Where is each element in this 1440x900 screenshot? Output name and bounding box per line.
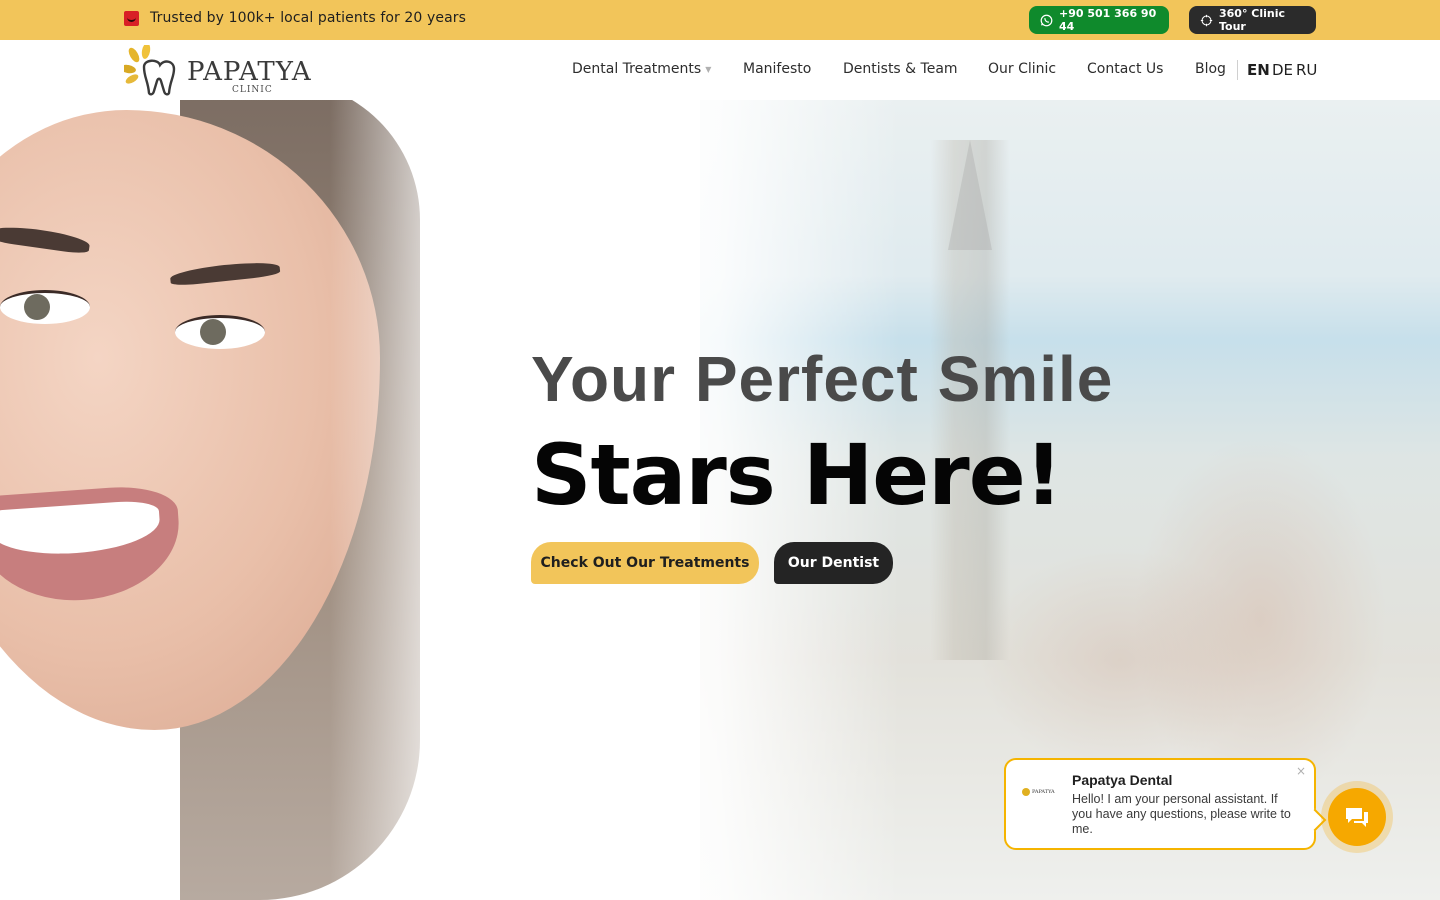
hero-headline-line1: Your Perfect Smile xyxy=(531,343,1114,415)
nav-dental-treatments[interactable]: Dental Treatments ▼ xyxy=(572,61,711,77)
portrait-fade xyxy=(330,100,470,900)
chat-brand-logo-icon: PAPATYA xyxy=(1022,786,1060,798)
close-icon[interactable]: × xyxy=(1296,764,1306,778)
language-en[interactable]: EN xyxy=(1247,61,1270,79)
chat-greeting-card[interactable]: PAPATYA Papatya Dental Hello! I am your … xyxy=(1004,758,1316,850)
whatsapp-icon xyxy=(1040,14,1053,26)
chevron-down-icon: ▼ xyxy=(705,64,712,74)
language-de[interactable]: DE xyxy=(1272,61,1293,79)
brand-subtitle: CLINIC xyxy=(232,85,273,95)
portrait-iris-left xyxy=(24,294,50,320)
trust-text: Trusted by 100k+ local patients for 20 y… xyxy=(150,10,467,26)
chat-logo-word: PAPATYA xyxy=(1032,789,1055,795)
top-announcement-bar: Trusted by 100k+ local patients for 20 y… xyxy=(0,0,1440,40)
nav-our-clinic[interactable]: Our Clinic xyxy=(988,61,1056,77)
check-treatments-button[interactable]: Check Out Our Treatments xyxy=(531,542,759,584)
hero-headline-line2: Stars Here! xyxy=(531,426,1063,524)
smile-badge-icon xyxy=(124,10,139,26)
brand-logo[interactable]: PAPATYA CLINIC xyxy=(124,45,314,97)
our-dentist-button[interactable]: Our Dentist xyxy=(774,542,893,584)
chat-message: Hello! I am your personal assistant. If … xyxy=(1072,792,1291,836)
whatsapp-number: +90 501 366 90 44 xyxy=(1059,7,1157,33)
clinic-tour-button[interactable]: 360° Clinic Tour xyxy=(1189,6,1316,34)
nav-dental-treatments-label: Dental Treatments xyxy=(572,61,702,77)
brand-name: PAPATYA xyxy=(187,57,312,87)
daisy-tooth-logo-icon xyxy=(124,45,176,96)
nav-manifesto[interactable]: Manifesto xyxy=(743,61,811,77)
chat-logo-mark xyxy=(1022,788,1030,796)
clinic-tour-label: 360° Clinic Tour xyxy=(1219,7,1286,33)
nav-blog[interactable]: Blog xyxy=(1195,61,1226,77)
nav-dentists-team[interactable]: Dentists & Team xyxy=(843,61,958,77)
tour-360-icon xyxy=(1200,14,1213,26)
hero-portrait-image xyxy=(0,100,470,900)
chat-bubbles-icon xyxy=(1346,808,1368,827)
nav-contact-us[interactable]: Contact Us xyxy=(1087,61,1163,77)
trust-message: Trusted by 100k+ local patients for 20 y… xyxy=(124,10,466,26)
whatsapp-button[interactable]: +90 501 366 90 44 xyxy=(1029,6,1169,34)
portrait-iris-right xyxy=(200,319,226,345)
chat-open-button[interactable] xyxy=(1328,788,1386,846)
nav-divider xyxy=(1237,60,1238,80)
chat-title: Papatya Dental xyxy=(1072,772,1173,788)
language-ru[interactable]: RU xyxy=(1296,61,1317,79)
